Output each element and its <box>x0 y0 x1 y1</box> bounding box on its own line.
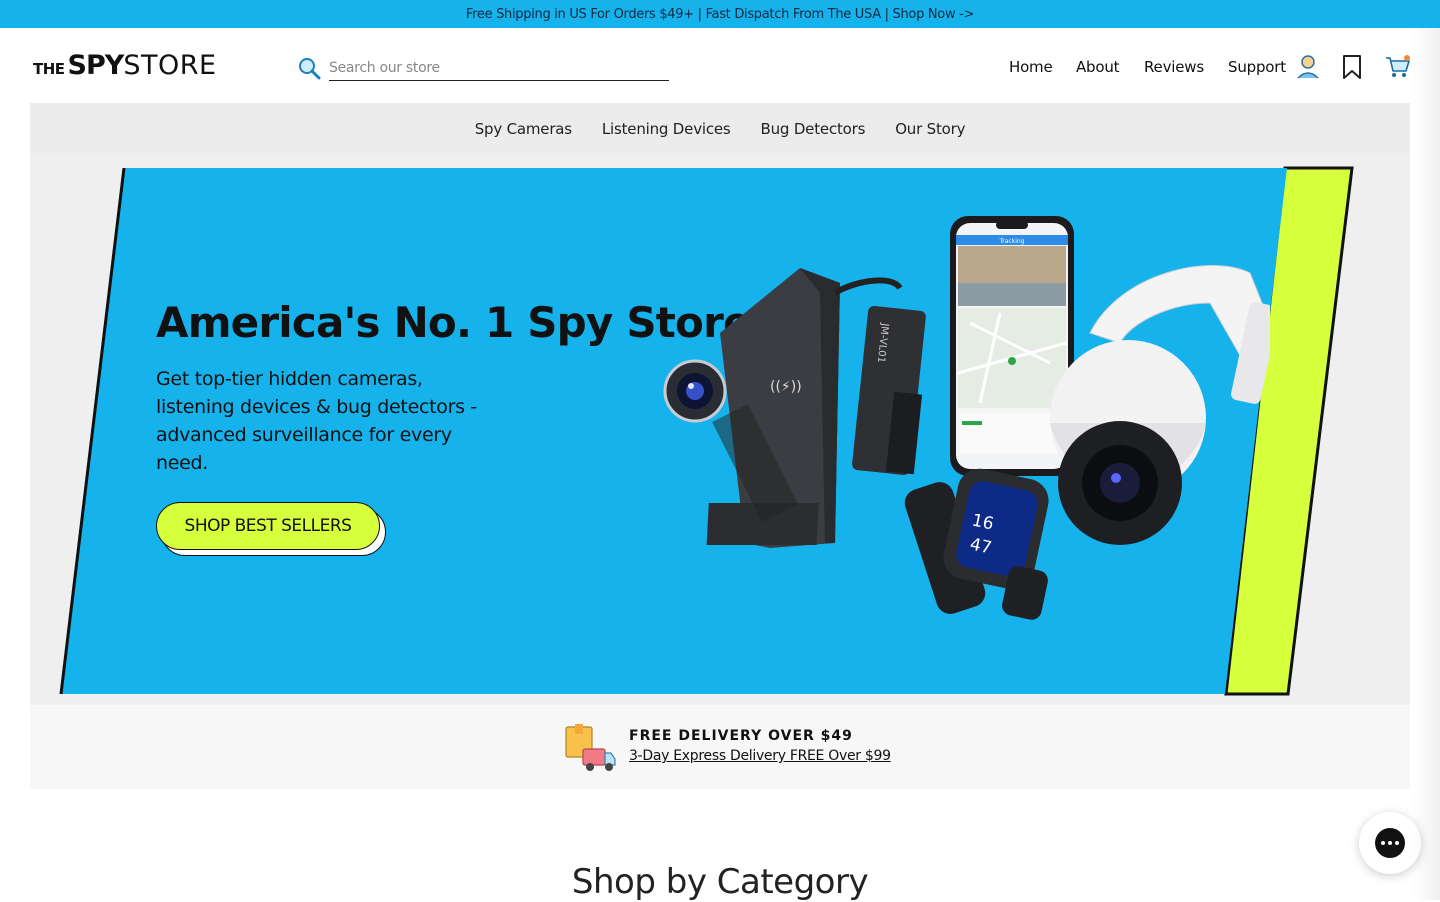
nav-about[interactable]: About <box>1076 58 1120 76</box>
announcement-bar[interactable]: Free Shipping in US For Orders $49+ | Fa… <box>0 0 1440 28</box>
shop-best-sellers-button[interactable]: SHOP BEST SELLERS <box>156 502 380 550</box>
gps-tracker-image: JM-VL01 <box>833 277 926 475</box>
hero-banner: America's No. 1 Spy Store Get top-tier h… <box>30 155 1410 705</box>
logo-store: STORE <box>123 50 217 81</box>
page-edge-shade <box>1412 28 1440 900</box>
svg-text:((⚡)): ((⚡)) <box>770 379 802 395</box>
delivery-title: FREE DELIVERY OVER $49 <box>629 728 853 744</box>
announcement-text[interactable]: Free Shipping in US For Orders $49+ | Fa… <box>466 7 975 22</box>
bookmark-icon[interactable] <box>1341 54 1365 80</box>
chat-icon <box>1375 828 1405 858</box>
category-nav: Spy Cameras Listening Devices Bug Detect… <box>30 103 1410 155</box>
category-bug-detectors[interactable]: Bug Detectors <box>761 120 866 138</box>
nav-reviews[interactable]: Reviews <box>1144 58 1204 76</box>
category-listening-devices[interactable]: Listening Devices <box>602 120 731 138</box>
logo-spy: SPY <box>67 50 125 81</box>
chat-button[interactable] <box>1359 812 1421 874</box>
site-header: THE SPY STORE Home About Reviews Support <box>0 28 1440 103</box>
smartwatch-image: 16 47 <box>904 468 1049 620</box>
account-icon[interactable] <box>1296 54 1320 80</box>
delivery-truck-icon <box>563 723 617 777</box>
charger-camera-image: ((⚡)) <box>663 268 840 548</box>
category-spy-cameras[interactable]: Spy Cameras <box>475 120 572 138</box>
logo-the: THE <box>33 60 65 78</box>
shop-by-category-heading: Shop by Category <box>571 862 869 902</box>
search-icon[interactable] <box>296 56 322 82</box>
hero-subtitle: Get top-tier hidden cameras, listening d… <box>156 368 477 474</box>
nav-support[interactable]: Support <box>1228 58 1286 76</box>
category-our-story[interactable]: Our Story <box>895 120 965 138</box>
cart-icon[interactable] <box>1385 54 1410 80</box>
delivery-banner: FREE DELIVERY OVER $49 3-Day Express Del… <box>30 705 1410 789</box>
express-delivery-link[interactable]: 3-Day Express Delivery FREE Over $99 <box>629 748 891 764</box>
hero-product-image: ((⚡)) JM-VL01 Tracking 16 47 <box>663 216 1270 620</box>
search-input[interactable] <box>329 55 669 81</box>
phone-screen-label: Tracking <box>999 238 1025 245</box>
dome-camera-image <box>1050 265 1270 545</box>
site-logo[interactable]: THE SPY STORE <box>33 50 217 81</box>
nav-home[interactable]: Home <box>1009 58 1053 76</box>
